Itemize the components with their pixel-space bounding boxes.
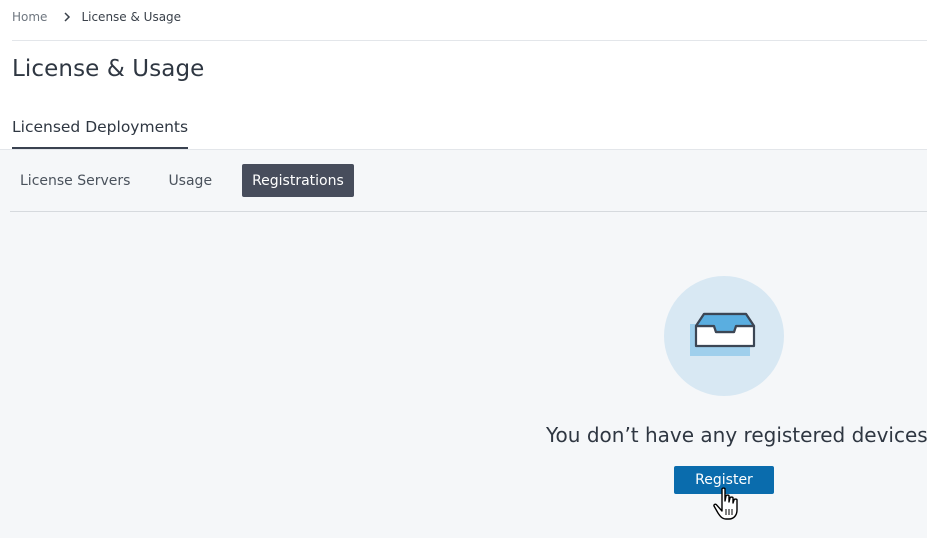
subtab-registrations[interactable]: Registrations <box>242 164 354 197</box>
subtab-usage[interactable]: Usage <box>158 164 222 197</box>
breadcrumb-current: License & Usage <box>81 10 182 24</box>
inbox-tray-icon <box>690 312 758 360</box>
breadcrumb: Home License & Usage <box>12 9 181 25</box>
breadcrumb-home-link[interactable]: Home <box>12 10 47 24</box>
chevron-right-icon <box>63 12 71 22</box>
subtab-bar: License Servers Usage Registrations <box>10 164 372 197</box>
empty-state-message: You don’t have any registered devices <box>546 423 927 447</box>
hand-pointer-icon <box>713 487 741 521</box>
tab-licensed-deployments[interactable]: Licensed Deployments <box>12 118 189 150</box>
header-divider <box>12 40 927 41</box>
content-area: License Servers Usage Registrations You … <box>0 149 927 538</box>
empty-state-illustration <box>664 276 784 396</box>
subtab-divider <box>10 211 927 212</box>
page-title: License & Usage <box>12 56 205 82</box>
subtab-license-servers[interactable]: License Servers <box>10 164 140 197</box>
